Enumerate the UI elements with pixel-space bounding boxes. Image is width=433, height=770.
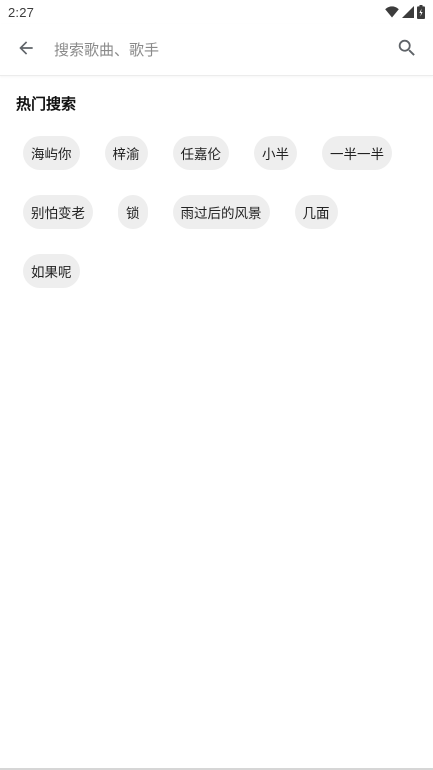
search-bar bbox=[0, 24, 433, 76]
hot-search-chip[interactable]: 几面 bbox=[294, 195, 338, 229]
cell-signal-icon bbox=[402, 6, 414, 18]
status-time: 2:27 bbox=[8, 4, 35, 20]
search-icon bbox=[396, 37, 418, 63]
status-bar: 2:27 bbox=[0, 0, 433, 24]
battery-icon bbox=[417, 5, 425, 19]
back-button[interactable] bbox=[0, 24, 52, 76]
arrow-back-icon bbox=[16, 38, 36, 62]
hot-search-chip[interactable]: 海屿你 bbox=[23, 136, 80, 170]
hot-search-chip[interactable]: 别怕变老 bbox=[23, 195, 93, 229]
hot-search-chip[interactable]: 锁 bbox=[118, 195, 148, 229]
hot-search-chip[interactable]: 小半 bbox=[254, 136, 297, 170]
wifi-icon bbox=[385, 6, 399, 18]
search-button[interactable] bbox=[381, 24, 433, 76]
hot-search-chip[interactable]: 如果呢 bbox=[23, 254, 80, 288]
hot-search-chip[interactable]: 雨过后的风景 bbox=[172, 195, 270, 229]
search-input[interactable] bbox=[52, 29, 381, 70]
hot-search-title: 热门搜索 bbox=[16, 95, 77, 113]
hot-search-list: 海屿你 梓渝 任嘉伦 小半 一半一半 别怕变老 锁 雨过后的风景 几面 如果呢 bbox=[23, 136, 413, 288]
hot-search-chip[interactable]: 任嘉伦 bbox=[172, 136, 229, 170]
status-icons bbox=[385, 5, 425, 19]
hot-search-chip[interactable]: 梓渝 bbox=[104, 136, 148, 170]
hot-search-chip[interactable]: 一半一半 bbox=[322, 136, 392, 170]
